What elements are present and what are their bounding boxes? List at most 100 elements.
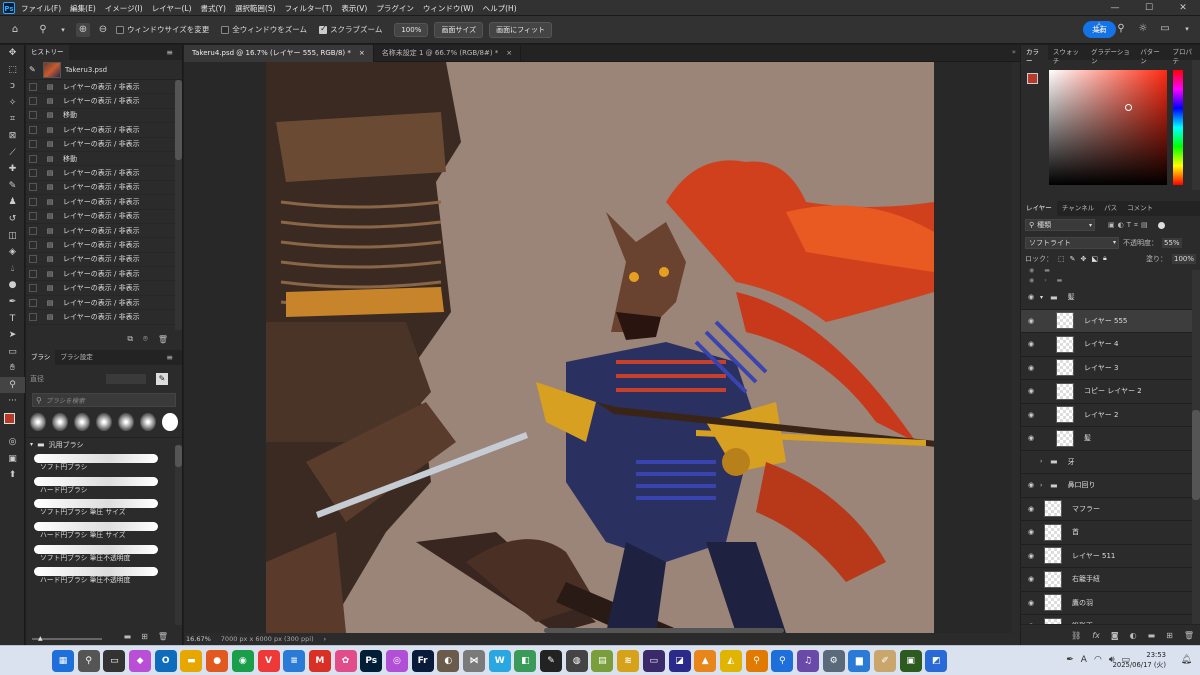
app-icon[interactable]: ◭ — [719, 650, 742, 672]
trash-icon[interactable]: 🗑︎ — [158, 632, 168, 641]
layer-row[interactable]: ◉ コピー レイヤー 2 — [1021, 380, 1200, 404]
panel-menu-icon[interactable]: ≡ — [161, 350, 178, 365]
folder-icon[interactable]: ▬ — [124, 632, 132, 641]
trash-icon[interactable]: 🗑︎ — [158, 335, 168, 344]
brush-search-input[interactable]: ブラシを検索 — [46, 395, 85, 405]
dodge-tool-icon[interactable]: ● — [0, 277, 25, 294]
color-swatches[interactable] — [0, 410, 25, 434]
history-source-box[interactable] — [29, 226, 37, 235]
history-source-box[interactable] — [29, 298, 37, 307]
path-selection-icon[interactable]: ➤ — [0, 327, 25, 344]
search-icon[interactable]: ⚲ — [77, 650, 100, 672]
app-icon[interactable]: ◪ — [668, 650, 691, 672]
app-icon[interactable]: ✿ — [334, 650, 357, 672]
recent-brush-icon[interactable] — [140, 413, 157, 431]
lasso-tool-icon[interactable]: ↄ — [0, 78, 25, 95]
fill-value[interactable]: 100% — [1171, 253, 1196, 264]
vertical-scrollbar[interactable] — [1012, 62, 1020, 633]
trash-icon[interactable]: 🗑︎ — [1184, 631, 1194, 640]
history-source-box[interactable] — [29, 97, 37, 106]
history-scrollbar[interactable] — [175, 80, 182, 330]
windows-start-icon[interactable]: ▦ — [52, 650, 74, 672]
new-brush-icon[interactable]: ⊞ — [141, 632, 148, 641]
layer-filter-select[interactable]: ⚲ 種類 ▾ — [1025, 219, 1095, 231]
healing-brush-icon[interactable]: ✚ — [0, 161, 25, 178]
menu-item[interactable]: 編集(E) — [70, 3, 96, 14]
wifi-icon[interactable]: ◠ — [1094, 655, 1102, 665]
layer-group-row[interactable]: ◉ ▾ ▬ 髪 — [1021, 286, 1200, 310]
tab-color-panel[interactable]: プロパテ — [1168, 45, 1200, 65]
history-source-box[interactable] — [29, 312, 37, 321]
ime-icon[interactable]: A — [1081, 655, 1087, 665]
app-icon[interactable]: ♫ — [796, 650, 819, 672]
menu-item[interactable]: イメージ(I) — [105, 3, 143, 14]
layers-scrollbar[interactable] — [1192, 270, 1200, 624]
visibility-eye-icon[interactable]: ◉ — [1026, 293, 1036, 301]
lock-transparency-icon[interactable]: ⬚ — [1058, 255, 1065, 263]
type-tool-icon[interactable]: T — [0, 311, 25, 328]
tab-layers-panel[interactable]: コメント — [1122, 201, 1158, 216]
frame-tool-icon[interactable]: ⊠ — [0, 128, 25, 145]
zoom-tool-icon[interactable]: ⚲ — [0, 376, 25, 394]
color-picker-cursor[interactable] — [1125, 104, 1132, 111]
foreground-color-icon[interactable] — [1027, 73, 1038, 84]
copilot-icon[interactable]: ◆ — [129, 650, 152, 672]
history-source-box[interactable] — [29, 154, 37, 163]
menu-item[interactable]: プラグイン — [376, 3, 414, 14]
visibility-eye-icon[interactable]: ◉ — [1026, 575, 1036, 583]
menu-item[interactable]: 選択範囲(S) — [235, 3, 276, 14]
crop-tool-icon[interactable]: ⌗ — [0, 111, 25, 128]
menu-item[interactable]: 書式(Y) — [201, 3, 226, 14]
inkscape-icon[interactable]: ✎ — [540, 650, 563, 672]
history-snapshot[interactable]: ✎ Takeru3.psd — [26, 60, 182, 80]
recent-brush-icon[interactable] — [52, 413, 69, 431]
history-source-box[interactable] — [29, 284, 37, 293]
tab-layers-panel[interactable]: チャンネル — [1057, 201, 1099, 216]
menu-item[interactable]: レイヤー(L) — [152, 3, 192, 14]
new-brush-icon[interactable]: ✎ — [156, 373, 168, 385]
bell-icon[interactable]: 🔔︎ — [1092, 22, 1106, 36]
history-source-box[interactable] — [29, 111, 37, 120]
brush-preset[interactable]: ソフト円ブラシ 筆圧不透明度 — [26, 542, 166, 565]
app-icon[interactable]: ≋ — [617, 650, 640, 672]
history-source-box[interactable] — [29, 197, 37, 206]
tab-color-panel[interactable]: パターン — [1135, 45, 1167, 65]
history-source-box[interactable] — [29, 125, 37, 134]
app-icon[interactable]: ◍ — [565, 650, 588, 672]
app-icon[interactable]: ◧ — [514, 650, 537, 672]
close-icon[interactable]: × — [359, 49, 365, 57]
filter-toggle-icon[interactable] — [1157, 221, 1165, 229]
layer-row[interactable]: ◉ 右籠手紐 — [1021, 568, 1200, 592]
history-item[interactable]: ▤ レイヤーの表示 / 非表示 — [26, 281, 182, 296]
app-icon[interactable]: ▣ — [899, 650, 922, 672]
photoshop-icon[interactable]: Ps — [360, 650, 383, 672]
tab-color-panel[interactable]: カラー — [1021, 45, 1048, 65]
history-item[interactable]: ▤ レイヤーの表示 / 非表示 — [26, 123, 182, 138]
maximize-icon[interactable]: ☐ — [1132, 3, 1166, 13]
firefox-icon[interactable]: ● — [206, 650, 229, 672]
settings-icon[interactable]: ⚙ — [822, 650, 845, 672]
tab-layers-panel[interactable]: レイヤー — [1021, 201, 1057, 216]
clip-studio-icon[interactable]: ◎ — [385, 650, 408, 672]
fx-icon[interactable]: fx — [1092, 631, 1100, 640]
history-brush-icon[interactable]: ↺ — [0, 211, 25, 228]
history-source-box[interactable] — [29, 240, 37, 249]
chevron-right-icon[interactable]: › — [1040, 458, 1046, 465]
history-source-box[interactable] — [29, 183, 37, 192]
zoom-all-checkbox[interactable]: 全ウィンドウをズーム — [221, 24, 307, 35]
history-item[interactable]: ▤ 移動 — [26, 152, 182, 167]
brush-preset[interactable]: ハード円ブラシ — [26, 474, 166, 497]
lock-position-icon[interactable]: ✥ — [1081, 255, 1087, 263]
share-icon[interactable]: ⬆ — [0, 467, 25, 484]
history-source-box[interactable] — [29, 169, 37, 178]
menu-item[interactable]: フィルター(T) — [285, 3, 333, 14]
clock[interactable]: 23:53 2025/06/17 (火) — [1113, 650, 1166, 670]
pen-icon[interactable]: ✒ — [1066, 655, 1074, 665]
lock-all-icon[interactable]: 🔒︎ — [1103, 254, 1107, 263]
zoom-out-icon[interactable]: ⊖ — [96, 23, 110, 37]
history-item[interactable]: ▤ レイヤーの表示 / 非表示 — [26, 267, 182, 282]
recent-brush-icon[interactable] — [30, 413, 47, 431]
lock-pixels-icon[interactable]: ✎ — [1070, 255, 1076, 263]
history-item[interactable]: ▤ レイヤーの表示 / 非表示 — [26, 181, 182, 196]
menu-item[interactable]: 表示(V) — [341, 3, 367, 14]
